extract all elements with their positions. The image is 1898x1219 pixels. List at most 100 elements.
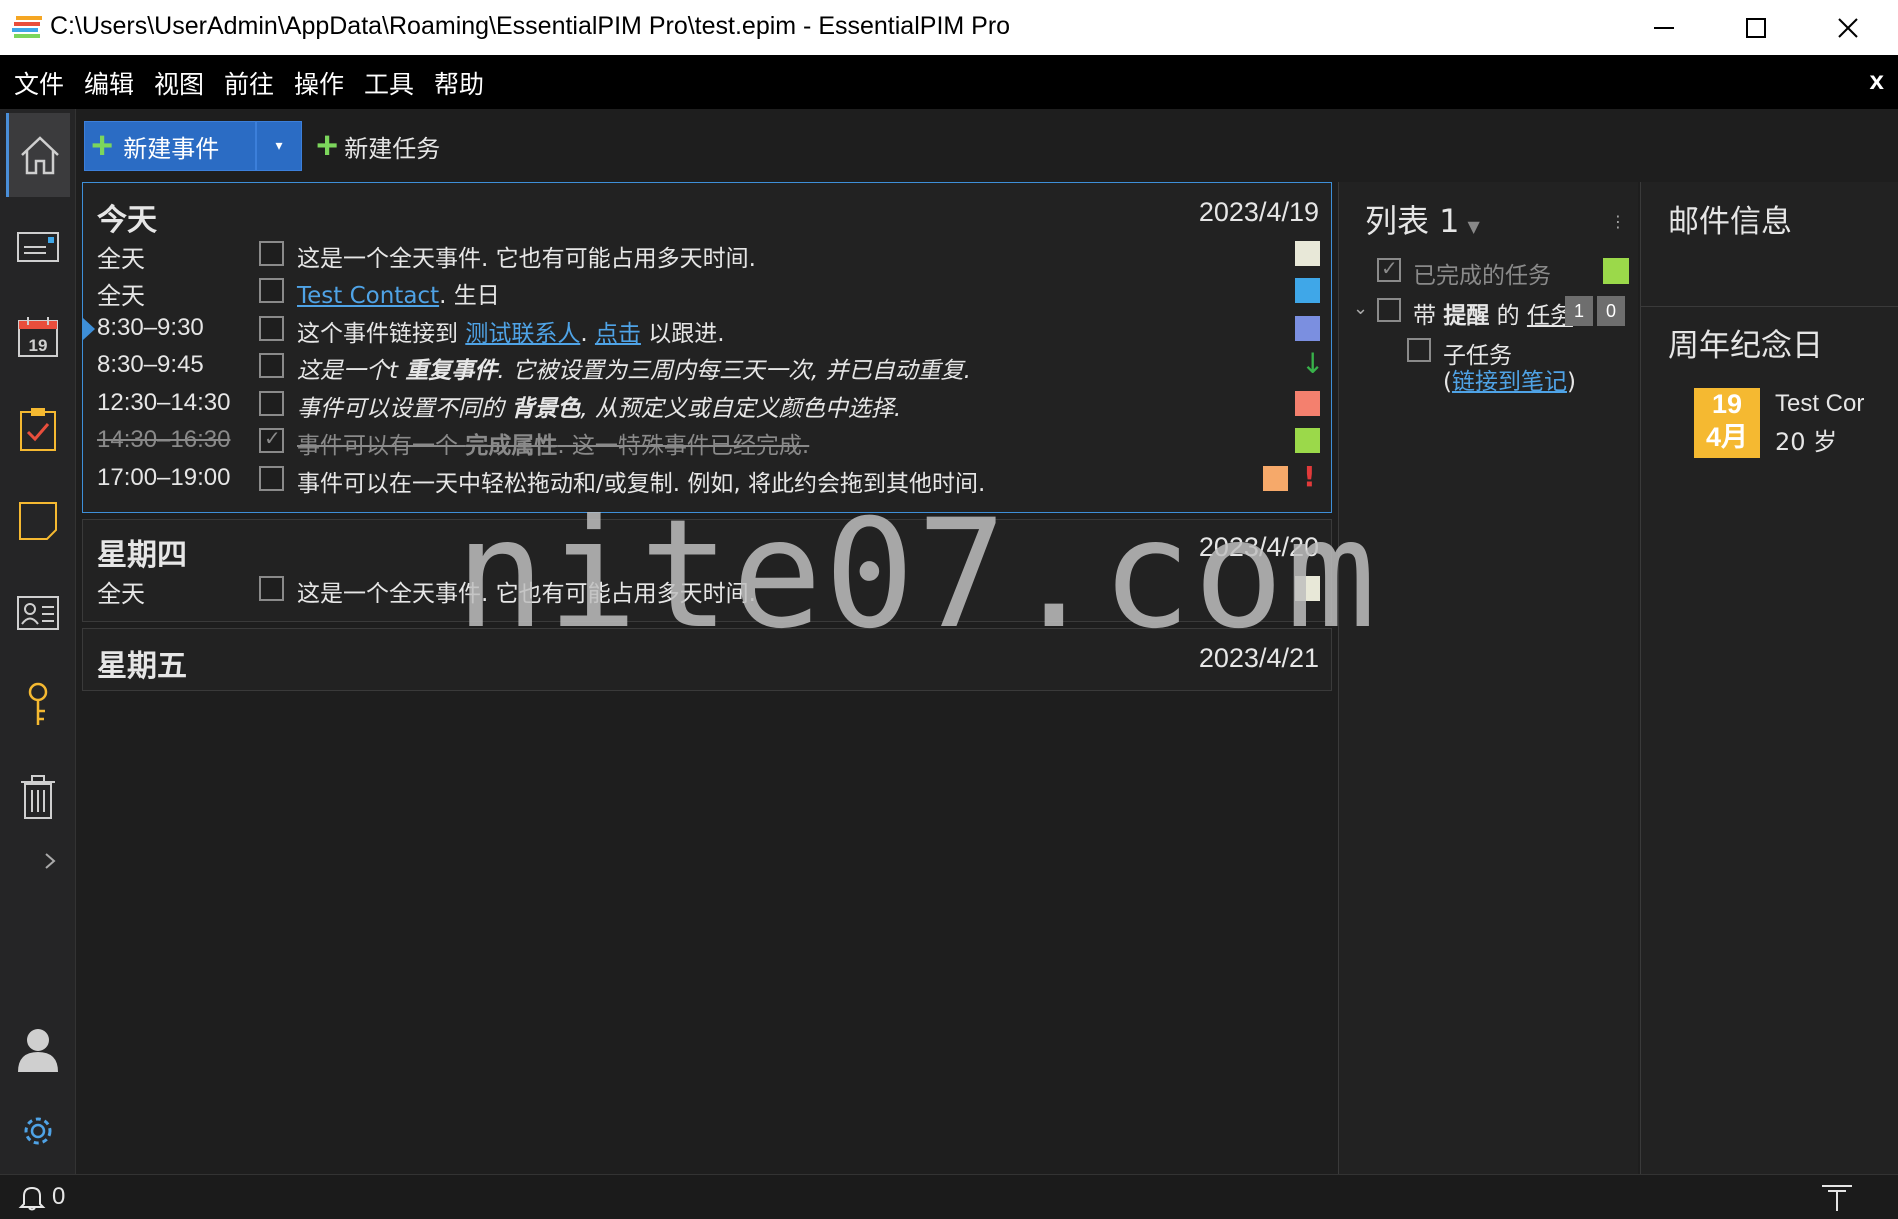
menu-close-button[interactable]: x [1870, 65, 1884, 96]
day-block-today: 今天 2023/4/19 全天 这是一个全天事件. 它也有可能占用多天时间. 全… [82, 182, 1332, 513]
event-row[interactable]: 全天 这是一个全天事件. 它也有可能占用多天时间. [83, 235, 1331, 273]
event-time: 全天 [97, 581, 145, 608]
chevron-down-icon: ▾ [275, 138, 283, 154]
svg-text:19: 19 [29, 336, 48, 355]
mail-icon [17, 232, 59, 262]
new-task-label: 新建任务 [344, 134, 441, 163]
completed-tasks-filter[interactable]: 已完成的任务 [1339, 252, 1639, 289]
new-task-button[interactable]: + 新建任务 [316, 121, 440, 171]
event-time: 全天 [97, 283, 145, 310]
nav-home[interactable] [6, 113, 70, 197]
event-checkbox[interactable] [259, 426, 284, 453]
nav-passwords[interactable] [6, 663, 70, 747]
contact-card-icon [17, 596, 59, 630]
maximize-button[interactable] [1710, 0, 1802, 55]
tasks-panel: 列表 1▼ ⋮ 已完成的任务 ⌄ 带 提醒 的 任务 1 0 子任务 (链接到笔… [1338, 182, 1638, 1174]
event-row[interactable]: 17:00–19:00 事件可以在一天中轻松拖动和/或复制. 例如, 将此约会拖… [83, 460, 1331, 497]
bell-icon[interactable] [18, 1183, 46, 1211]
event-time: 8:30–9:30 [97, 314, 204, 341]
followup-link[interactable]: 点击 [595, 321, 641, 347]
event-checkbox[interactable] [259, 316, 284, 341]
event-checkbox[interactable] [259, 576, 284, 601]
event-row[interactable]: 14:30–16:30 事件可以有一个 完成属性. 这一特殊事件已经完成. [83, 422, 1331, 459]
nav-expand[interactable] [20, 841, 80, 881]
event-checkbox[interactable] [259, 466, 284, 491]
menu-tools[interactable]: 工具 [364, 65, 414, 101]
calendar-icon: 19 [18, 317, 58, 357]
nav-settings[interactable] [6, 1089, 70, 1173]
close-window-button[interactable] [1802, 0, 1894, 55]
event-checkbox[interactable] [259, 353, 284, 378]
new-event-button[interactable]: + 新建事件 [84, 121, 256, 171]
chevron-down-icon[interactable]: ⌄ [1353, 298, 1368, 319]
nav-mail[interactable] [6, 205, 70, 289]
status-bar: 0 [0, 1174, 1898, 1219]
event-color-swatch [1295, 278, 1320, 303]
anniversary-name[interactable]: Test Cor [1775, 390, 1864, 418]
task-checkbox[interactable] [1407, 338, 1431, 362]
nav-trash[interactable] [6, 755, 70, 839]
event-text: 这是一个t 重复事件. 它被设置为三周内每三天一次, 并已自动重复. [297, 358, 971, 384]
more-options-icon[interactable]: ⋮ [1610, 212, 1626, 231]
anniversary-age: 20 岁 [1775, 428, 1838, 456]
chevron-down-icon: ▼ [1467, 217, 1480, 236]
task-row[interactable]: ⌄ 带 提醒 的 任务 1 0 [1339, 292, 1639, 329]
menu-file[interactable]: 文件 [14, 65, 64, 101]
task-checkbox[interactable] [1377, 256, 1401, 282]
note-link[interactable]: 链接到笔记 [1452, 369, 1567, 395]
close-icon [1838, 17, 1858, 38]
event-text: 这是一个全天事件. 它也有可能占用多天时间. [297, 246, 756, 272]
text-size-icon[interactable] [1820, 1183, 1854, 1213]
contact-link[interactable]: 测试联系人 [465, 321, 580, 347]
task-color-swatch [1603, 258, 1629, 284]
menu-help[interactable]: 帮助 [434, 65, 484, 101]
event-row[interactable]: 8:30–9:30 这个事件链接到 测试联系人. 点击 以跟进. [83, 310, 1331, 347]
event-checkbox[interactable] [259, 241, 284, 266]
event-color-swatch [1295, 316, 1320, 341]
mail-section-title: 邮件信息 [1668, 204, 1792, 240]
nav-tasks[interactable] [6, 387, 70, 471]
event-time: 全天 [97, 246, 145, 273]
menu-view[interactable]: 视图 [154, 65, 204, 101]
nav-notes[interactable] [6, 479, 70, 563]
event-checkbox[interactable] [259, 391, 284, 416]
chevron-right-icon [45, 853, 56, 869]
maximize-icon [1746, 17, 1766, 38]
nav-account[interactable] [6, 1007, 70, 1091]
subtask-row[interactable]: 子任务 (链接到笔记) [1339, 330, 1639, 400]
title-bar: C:\Users\UserAdmin\AppData\Roaming\Essen… [0, 0, 1898, 55]
menu-go[interactable]: 前往 [224, 65, 274, 101]
event-time: 17:00–19:00 [97, 464, 231, 491]
event-row[interactable]: 12:30–14:30 事件可以设置不同的 背景色, 从预定义或自定义颜色中选择… [83, 385, 1331, 422]
priority-high-icon: ! [1303, 460, 1316, 493]
recurring-arrow-icon: ↓ [1301, 347, 1325, 380]
menu-actions[interactable]: 操作 [294, 65, 344, 101]
menu-edit[interactable]: 编辑 [84, 65, 134, 101]
section-divider [1641, 306, 1898, 307]
day-title: 今天 [97, 203, 157, 238]
event-row[interactable]: 全天 这是一个全天事件. 它也有可能占用多天时间. [83, 570, 1331, 608]
event-row[interactable]: 全天 Test Contact. 生日 [83, 272, 1331, 310]
day-title: 星期四 [97, 538, 187, 573]
day-date: 2023/4/21 [1198, 643, 1319, 673]
event-checkbox[interactable] [259, 278, 284, 303]
plus-icon: + [316, 125, 339, 167]
event-row[interactable]: 8:30–9:45 这是一个t 重复事件. 它被设置为三周内每三天一次, 并已自… [83, 347, 1331, 384]
task-list-selector[interactable]: 列表 1 ▼ [1365, 196, 1480, 242]
event-color-swatch [1295, 391, 1320, 416]
nav-calendar[interactable]: 19 [6, 295, 70, 379]
contact-link[interactable]: Test Contact [297, 283, 439, 309]
right-panel: 邮件信息 周年纪念日 19 4月 Test Cor 20 岁 [1640, 182, 1898, 1174]
note-icon [19, 502, 57, 540]
plus-icon: + [91, 125, 114, 167]
anniversary-section-title: 周年纪念日 [1668, 328, 1823, 364]
day-block-thursday: 星期四 2023/4/20 全天 这是一个全天事件. 它也有可能占用多天时间. [82, 519, 1332, 622]
completed-tasks-label: 已完成的任务 [1413, 263, 1551, 289]
event-text: 事件可以有一个 完成属性. 这一特殊事件已经完成. [297, 433, 810, 459]
task-checkbox[interactable] [1377, 298, 1401, 322]
event-time: 12:30–14:30 [97, 389, 231, 416]
new-event-dropdown[interactable]: ▾ [256, 121, 302, 171]
minimize-button[interactable] [1618, 0, 1710, 55]
left-navigation: 19 [0, 109, 76, 1174]
nav-contacts[interactable] [6, 571, 70, 655]
